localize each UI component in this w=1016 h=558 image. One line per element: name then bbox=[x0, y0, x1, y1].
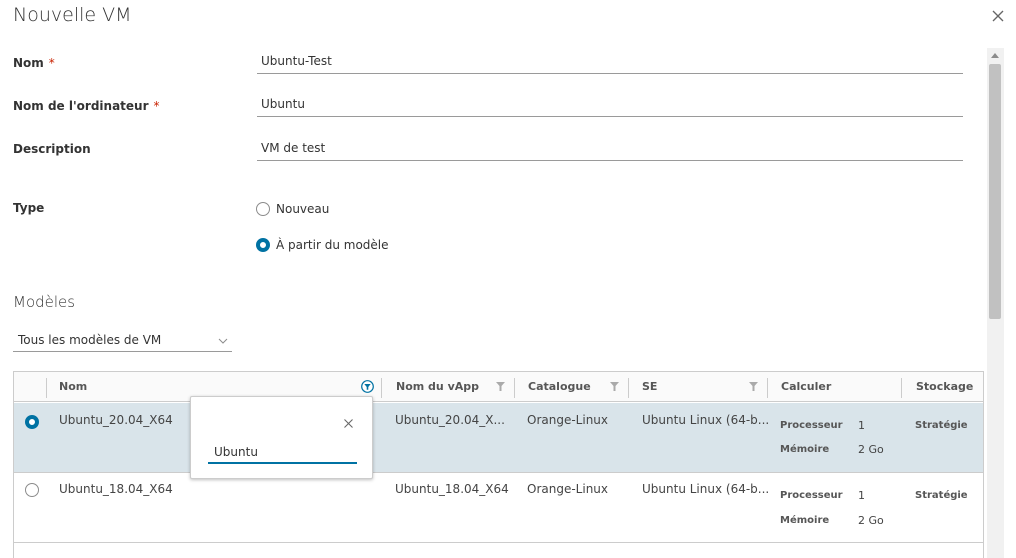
cell-name: Ubuntu_18.04_X64 bbox=[59, 482, 173, 496]
chevron-down-icon bbox=[218, 338, 228, 344]
cpu-label: Processeur bbox=[780, 420, 843, 431]
column-header-catalog[interactable]: Catalogue bbox=[528, 380, 591, 393]
storage-value: Stratégie bbox=[915, 490, 968, 501]
computer-name-label: Nom de l'ordinateur * bbox=[13, 99, 160, 113]
scroll-up-arrow-icon[interactable] bbox=[991, 53, 999, 58]
row-select-radio[interactable] bbox=[25, 483, 39, 497]
scrollbar[interactable] bbox=[987, 48, 1004, 558]
close-icon[interactable] bbox=[988, 6, 1008, 26]
column-header-vapp[interactable]: Nom du vApp bbox=[396, 380, 479, 393]
type-option-new[interactable]: Nouveau bbox=[256, 202, 329, 216]
description-label: Description bbox=[13, 142, 91, 156]
cell-vapp: Ubuntu_18.04_X64 bbox=[395, 482, 509, 496]
filter-icon[interactable] bbox=[749, 382, 758, 391]
type-option-template-label: À partir du modèle bbox=[276, 238, 389, 252]
close-icon[interactable] bbox=[343, 418, 354, 429]
row-select-radio[interactable] bbox=[25, 415, 39, 429]
type-option-new-label: Nouveau bbox=[276, 202, 330, 216]
cell-os: Ubuntu Linux (64-b... bbox=[642, 482, 770, 496]
cpu-label: Processeur bbox=[780, 490, 843, 501]
templates-grid: Nom Nom du vApp Catalogue SE Calculer St… bbox=[13, 371, 984, 558]
type-option-template[interactable]: À partir du modèle bbox=[256, 238, 389, 252]
required-marker: * bbox=[153, 99, 160, 113]
memory-label: Mémoire bbox=[780, 444, 830, 455]
type-label: Type bbox=[13, 201, 45, 215]
name-label: Nom * bbox=[13, 56, 55, 70]
cell-os: Ubuntu Linux (64-b... bbox=[642, 413, 770, 427]
cell-vapp: Ubuntu_20.04_X... bbox=[395, 413, 505, 427]
radio-button-selected[interactable] bbox=[256, 238, 270, 252]
description-input[interactable]: VM de test bbox=[257, 139, 963, 161]
column-header-compute: Calculer bbox=[781, 380, 832, 393]
name-filter-popup: Ubuntu bbox=[190, 396, 373, 479]
radio-button[interactable] bbox=[256, 202, 270, 216]
cpu-value: 1 bbox=[858, 419, 865, 432]
filter-active-icon[interactable] bbox=[361, 380, 374, 393]
name-input[interactable]: Ubuntu-Test bbox=[257, 52, 963, 74]
required-marker: * bbox=[48, 56, 55, 70]
name-filter-input[interactable]: Ubuntu bbox=[208, 444, 357, 464]
column-header-name[interactable]: Nom bbox=[59, 380, 87, 393]
cell-name: Ubuntu_20.04_X64 bbox=[59, 413, 173, 427]
dialog-title: Nouvelle VM bbox=[13, 4, 132, 26]
table-row[interactable]: Ubuntu_20.04_X64 Ubuntu_20.04_X... Orang… bbox=[14, 403, 983, 472]
cell-catalog: Orange-Linux bbox=[527, 413, 608, 427]
storage-value: Stratégie bbox=[915, 420, 968, 431]
computer-name-input[interactable]: Ubuntu bbox=[257, 95, 963, 117]
template-scope-select[interactable]: Tous les modèles de VM bbox=[13, 333, 232, 352]
table-row[interactable]: Ubuntu_18.04_X64 Ubuntu_18.04_X64 Orange… bbox=[14, 473, 983, 542]
column-header-storage: Stockage bbox=[916, 380, 974, 393]
scrollbar-thumb[interactable] bbox=[989, 64, 1001, 319]
memory-value: 2 Go bbox=[858, 514, 884, 527]
cpu-value: 1 bbox=[858, 489, 865, 502]
template-scope-value: Tous les modèles de VM bbox=[18, 333, 162, 347]
filter-icon[interactable] bbox=[610, 382, 619, 391]
memory-value: 2 Go bbox=[858, 443, 884, 456]
filter-icon[interactable] bbox=[496, 382, 505, 391]
templates-section-title: Modèles bbox=[13, 293, 76, 311]
column-header-os[interactable]: SE bbox=[642, 380, 657, 393]
cell-catalog: Orange-Linux bbox=[527, 482, 608, 496]
grid-header: Nom Nom du vApp Catalogue SE Calculer St… bbox=[14, 372, 983, 402]
memory-label: Mémoire bbox=[780, 515, 830, 526]
